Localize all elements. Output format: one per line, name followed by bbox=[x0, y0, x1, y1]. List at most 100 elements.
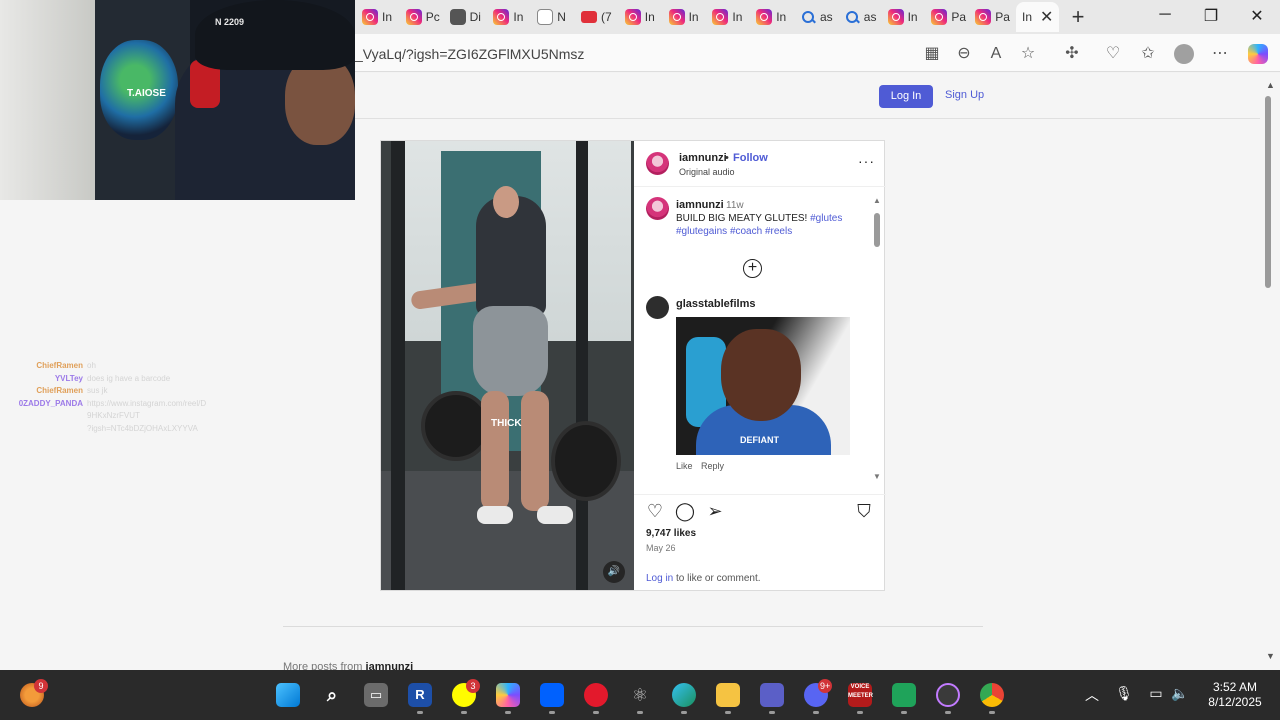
scroll-down-arrow-icon[interactable]: ▼ bbox=[873, 472, 881, 481]
scroll-up-arrow-icon[interactable]: ▲ bbox=[1266, 80, 1275, 90]
edge-icon[interactable] bbox=[672, 683, 696, 707]
active-tab[interactable]: In ✕ bbox=[1016, 2, 1060, 32]
instagram-icon bbox=[756, 9, 773, 25]
favorites-icon[interactable]: ✩ bbox=[1138, 44, 1158, 64]
author-avatar[interactable] bbox=[646, 152, 669, 175]
browser-tab[interactable]: In bbox=[668, 5, 699, 29]
url-field[interactable]: _VyaLq/?igsh=ZGI6ZGFlMXU5Nmsz bbox=[355, 46, 584, 62]
browser-tab[interactable]: In bbox=[756, 5, 786, 29]
browser-tab[interactable]: Di bbox=[449, 5, 481, 29]
close-window-button[interactable]: ✕ bbox=[1242, 6, 1272, 26]
login-button[interactable]: Log In bbox=[879, 85, 933, 108]
favorite-star-icon[interactable]: ☆ bbox=[1018, 44, 1038, 64]
show-hidden-icons-icon[interactable]: ︿ bbox=[1082, 685, 1102, 705]
browser-tab[interactable]: as bbox=[844, 5, 876, 29]
youtube-icon bbox=[581, 11, 597, 23]
microphone-icon[interactable]: 🎙 bbox=[1114, 685, 1134, 702]
browser-tab-label: In bbox=[732, 10, 743, 24]
settings-more-icon[interactable]: ⋯ bbox=[1210, 44, 1230, 64]
audio-label[interactable]: Original audio bbox=[679, 167, 735, 177]
chat-text: https://www.instagram.com/reel/D bbox=[87, 398, 207, 408]
app-available-icon[interactable]: ▦ bbox=[922, 44, 942, 64]
file-explorer-icon[interactable] bbox=[716, 683, 740, 707]
zoom-icon[interactable]: ⊖ bbox=[954, 44, 974, 64]
close-tab-icon[interactable]: ✕ bbox=[1040, 7, 1053, 27]
comment-bubble-icon[interactable]: ◯ bbox=[674, 500, 696, 522]
sound-toggle-button[interactable]: 🔊 bbox=[603, 561, 625, 583]
new-tab-button[interactable]: + bbox=[1068, 4, 1088, 30]
read-aloud-icon[interactable]: A bbox=[986, 44, 1006, 64]
browser-tab[interactable]: N bbox=[537, 5, 566, 29]
load-more-comments-button[interactable]: + bbox=[743, 259, 762, 278]
comment-gif: DEFIANT bbox=[676, 317, 850, 455]
streamer-bot-icon[interactable] bbox=[892, 683, 916, 707]
copilot-icon[interactable] bbox=[496, 683, 520, 707]
search-icon[interactable]: ⌕ bbox=[320, 683, 344, 707]
reel-video[interactable]: THICK 🔊 bbox=[381, 141, 634, 590]
caption-author[interactable]: iamnunzi bbox=[676, 199, 724, 211]
chat-text: does ig have a barcode bbox=[87, 373, 171, 383]
tiktok-icon bbox=[449, 9, 466, 25]
scrollbar-thumb[interactable] bbox=[874, 213, 880, 247]
header-divider bbox=[355, 118, 1260, 119]
hashtag-link[interactable]: #reels bbox=[765, 226, 792, 237]
search-icon bbox=[800, 9, 816, 25]
maximize-button[interactable]: ❐ bbox=[1196, 6, 1226, 26]
browser-tab[interactable]: (7 bbox=[581, 5, 612, 29]
task-view-icon[interactable]: ▭ bbox=[364, 683, 388, 707]
more-options-icon[interactable]: ··· bbox=[858, 153, 875, 169]
browser-essentials-icon[interactable]: ♡ bbox=[1103, 44, 1123, 64]
share-send-icon[interactable]: ➢ bbox=[704, 500, 726, 522]
signup-link[interactable]: Sign Up bbox=[945, 89, 984, 101]
scroll-up-arrow-icon[interactable]: ▲ bbox=[873, 196, 881, 205]
running-indicator bbox=[725, 711, 731, 714]
likes-count[interactable]: 9,747 likes bbox=[646, 528, 696, 539]
voicemeeter-icon[interactable]: VOICE MEETER bbox=[848, 683, 873, 707]
browser-tab[interactable]: Pa bbox=[931, 5, 966, 29]
minimize-button[interactable]: ─ bbox=[1150, 6, 1180, 24]
teams-icon[interactable] bbox=[760, 683, 784, 707]
browser-tab[interactable]: as bbox=[800, 5, 833, 29]
media-player-icon[interactable] bbox=[936, 683, 960, 707]
comment-reply-link[interactable]: Reply bbox=[701, 461, 724, 471]
browser-tab[interactable]: In bbox=[887, 5, 918, 29]
network-icon[interactable]: ▭ bbox=[1146, 685, 1166, 702]
login-link[interactable]: Log in bbox=[646, 573, 673, 584]
author-username[interactable]: iamnunzi bbox=[679, 152, 727, 164]
running-indicator bbox=[417, 711, 423, 714]
caption-author-avatar[interactable] bbox=[646, 197, 669, 220]
profile-avatar-icon[interactable] bbox=[1174, 44, 1194, 64]
hashtag-link[interactable]: #coach bbox=[730, 226, 762, 237]
browser-tab[interactable]: In bbox=[362, 5, 392, 29]
browser-tab[interactable]: Pa bbox=[975, 5, 1010, 29]
hashtag-link[interactable]: #glutegains bbox=[676, 226, 727, 237]
browser-tab-label: In bbox=[382, 10, 393, 24]
windows-start-icon[interactable] bbox=[276, 683, 300, 707]
browser-tab[interactable]: In bbox=[493, 5, 523, 29]
react-icon[interactable]: ⚛ bbox=[628, 683, 652, 707]
copilot-icon[interactable] bbox=[1248, 44, 1268, 64]
caption-body: BUILD BIG MEATY GLUTES! bbox=[676, 213, 808, 224]
browser-tab[interactable]: In bbox=[712, 5, 742, 29]
r-app-icon[interactable]: R bbox=[408, 683, 432, 707]
scrollbar-thumb[interactable] bbox=[1265, 96, 1271, 288]
browser-tab[interactable]: Pc bbox=[405, 5, 440, 29]
comment-like-link[interactable]: Like bbox=[676, 461, 693, 471]
running-indicator bbox=[461, 711, 467, 714]
scroll-down-arrow-icon[interactable]: ▼ bbox=[1266, 651, 1275, 661]
dropbox-icon[interactable] bbox=[540, 683, 564, 707]
commenter-username[interactable]: glasstablefilms bbox=[676, 298, 755, 310]
page-scrollbar[interactable]: ▲ ▼ bbox=[1262, 73, 1280, 670]
follow-button[interactable]: Follow bbox=[733, 152, 768, 164]
hashtag-link[interactable]: #glutes bbox=[810, 213, 842, 224]
opera-icon[interactable] bbox=[584, 683, 608, 707]
comments-scrollbar[interactable]: ▲ ▼ bbox=[873, 196, 881, 481]
browser-tab[interactable]: In bbox=[624, 5, 655, 29]
save-bookmark-icon[interactable]: ⛉ bbox=[853, 500, 875, 522]
like-heart-icon[interactable]: ♡ bbox=[644, 500, 666, 522]
volume-icon[interactable]: 🔈 bbox=[1170, 685, 1190, 702]
extensions-icon[interactable]: ✣ bbox=[1062, 44, 1082, 64]
chrome-icon[interactable] bbox=[980, 683, 1004, 707]
commenter-avatar[interactable] bbox=[646, 296, 669, 319]
system-clock[interactable]: 3:52 AM 8/12/2025 bbox=[1204, 680, 1266, 710]
